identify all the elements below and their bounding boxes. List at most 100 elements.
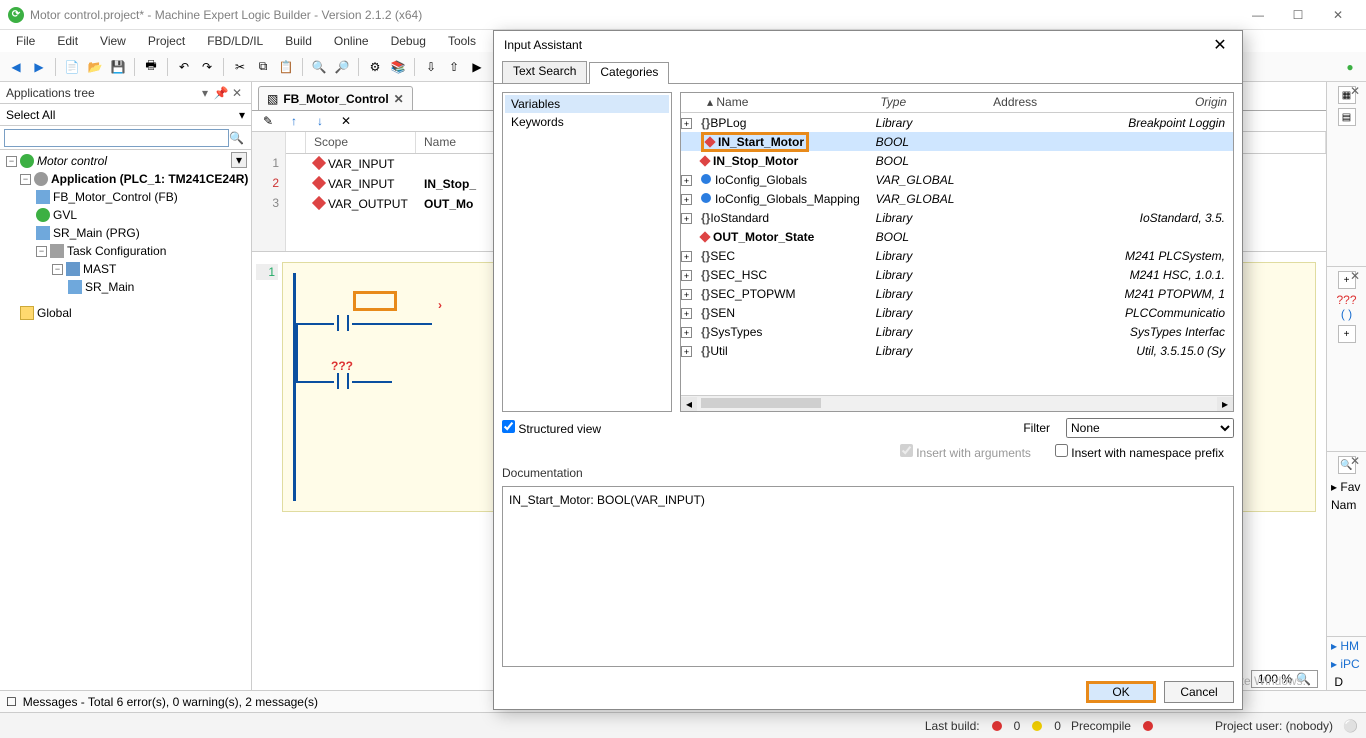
expand-icon[interactable]: − <box>20 174 31 185</box>
search-icon[interactable]: 🔍 <box>229 131 247 145</box>
expand-icon[interactable]: − <box>6 156 17 167</box>
variable-row[interactable]: OUT_Motor_StateBOOL <box>681 227 1233 246</box>
variable-row[interactable]: +IoConfig_Globals_MappingVAR_GLOBAL <box>681 189 1233 208</box>
tree-taskcfg[interactable]: Task Configuration <box>67 244 166 258</box>
menu-file[interactable]: File <box>6 32 45 50</box>
menu-view[interactable]: View <box>90 32 136 50</box>
redo-icon[interactable]: ↷ <box>197 57 217 77</box>
expand-icon[interactable]: + <box>681 270 692 281</box>
variable-row[interactable]: +{}UtilLibraryUtil, 3.5.15.0 (Sy <box>681 341 1233 360</box>
zoom-combo[interactable]: 100 %🔍 <box>1251 670 1318 688</box>
select-all-combo[interactable]: Select All▾ <box>0 104 251 126</box>
expand-icon[interactable]: − <box>36 246 47 257</box>
panel-close-icon[interactable]: ✕ <box>1350 269 1364 283</box>
down-icon[interactable]: ↓ <box>310 111 330 131</box>
variable-row[interactable]: +{}BPLogLibraryBreakpoint Loggin <box>681 113 1233 132</box>
category-list[interactable]: Variables Keywords <box>502 92 672 412</box>
category-keywords[interactable]: Keywords <box>505 113 669 131</box>
variable-row[interactable]: +{}SysTypesLibrarySysTypes Interfac <box>681 322 1233 341</box>
insert-icon[interactable]: ✎ <box>258 111 278 131</box>
tab-text-search[interactable]: Text Search <box>502 61 587 83</box>
print-icon[interactable]: 🖶 <box>141 57 161 77</box>
nav-fwd-icon[interactable]: ▶ <box>29 57 49 77</box>
login-icon[interactable]: ⇩ <box>421 57 441 77</box>
variable-row[interactable]: IN_Stop_MotorBOOL <box>681 151 1233 170</box>
pane-dropdown-icon[interactable]: ▾ <box>197 85 213 101</box>
variable-row[interactable]: +IoConfig_GlobalsVAR_GLOBAL <box>681 170 1233 189</box>
category-variables[interactable]: Variables <box>505 95 669 113</box>
tree-global[interactable]: Global <box>37 306 72 320</box>
variable-row[interactable]: +{}SEC_PTOPWMLibraryM241 PTOPWM, 1 <box>681 284 1233 303</box>
expand-icon[interactable]: + <box>681 289 692 300</box>
hm-label[interactable]: ▸ HM <box>1327 637 1366 655</box>
menu-edit[interactable]: Edit <box>47 32 88 50</box>
expand-icon[interactable]: + <box>681 308 692 319</box>
scrollbar-thumb[interactable] <box>701 398 821 408</box>
menu-tools[interactable]: Tools <box>438 32 486 50</box>
panel-button[interactable]: ▤ <box>1338 108 1356 126</box>
logout-icon[interactable]: ⇧ <box>444 57 464 77</box>
tree-search-input[interactable] <box>4 129 229 147</box>
tree-mast[interactable]: MAST <box>83 262 116 276</box>
findnext-icon[interactable]: 🔎 <box>332 57 352 77</box>
library-icon[interactable]: 📚 <box>388 57 408 77</box>
tab-categories[interactable]: Categories <box>589 62 669 84</box>
status-menu-icon[interactable]: ⚪ <box>1343 719 1358 733</box>
applications-tree[interactable]: ▾ −Motor control −Application (PLC_1: TM… <box>0 150 251 690</box>
expand-icon[interactable]: + <box>681 327 692 338</box>
undo-icon[interactable]: ↶ <box>174 57 194 77</box>
tree-root[interactable]: Motor control <box>37 154 107 168</box>
minimize-button[interactable]: — <box>1238 1 1278 29</box>
contact[interactable] <box>334 315 352 331</box>
pane-pin-icon[interactable]: 📌 <box>213 85 229 101</box>
nav-back-icon[interactable]: ◀ <box>6 57 26 77</box>
menu-fbdldil[interactable]: FBD/LD/IL <box>197 32 273 50</box>
scroll-right-icon[interactable]: ▸ <box>1217 397 1233 411</box>
cancel-button[interactable]: Cancel <box>1164 681 1234 703</box>
tree-srmain[interactable]: SR_Main <box>85 280 134 294</box>
d-label[interactable]: D <box>1327 673 1366 691</box>
scroll-left-icon[interactable]: ◂ <box>681 397 697 411</box>
open-icon[interactable]: 📂 <box>85 57 105 77</box>
filter-select[interactable]: None <box>1066 418 1234 438</box>
insert-with-arguments-checkbox[interactable]: Insert with arguments <box>900 444 1031 460</box>
variable-row[interactable]: IN_Start_MotorBOOL <box>681 132 1233 151</box>
panel-button[interactable]: + <box>1338 325 1356 343</box>
variable-row[interactable]: +{}SEC_HSCLibraryM241 HSC, 1.0.1. <box>681 265 1233 284</box>
new-icon[interactable]: 📄 <box>62 57 82 77</box>
expand-icon[interactable]: + <box>681 346 692 357</box>
maximize-button[interactable]: ☐ <box>1278 1 1318 29</box>
variable-list-header[interactable]: ▴ Name Type Address Origin <box>681 93 1233 113</box>
save-icon[interactable]: 💾 <box>108 57 128 77</box>
pane-close-icon[interactable]: ✕ <box>229 85 245 101</box>
expand-icon[interactable]: + <box>681 251 692 262</box>
ok-button[interactable]: OK <box>1086 681 1156 703</box>
dialog-close-icon[interactable]: ✕ <box>1208 33 1232 57</box>
build-icon[interactable]: ⚙ <box>365 57 385 77</box>
delete-icon[interactable]: ✕ <box>336 111 356 131</box>
tree-combo-icon[interactable]: ▾ <box>231 152 247 168</box>
tree-application[interactable]: Application (PLC_1: TM241CE24R) <box>51 172 248 186</box>
ipc-label[interactable]: ▸ iPC <box>1327 655 1366 673</box>
expand-icon[interactable]: + <box>681 194 692 205</box>
tab-close-icon[interactable]: ✕ <box>394 92 404 106</box>
menu-online[interactable]: Online <box>324 32 379 50</box>
variable-row[interactable]: +{}IoStandardLibraryIoStandard, 3.5. <box>681 208 1233 227</box>
horizontal-scrollbar[interactable]: ◂ ▸ <box>681 395 1233 411</box>
find-icon[interactable]: 🔍 <box>309 57 329 77</box>
structured-view-checkbox[interactable]: Structured view <box>502 420 601 436</box>
contact[interactable] <box>334 373 352 389</box>
tree-fb[interactable]: FB_Motor_Control (FB) <box>53 190 178 204</box>
variable-row[interactable]: +{}SECLibraryM241 PLCSystem, <box>681 246 1233 265</box>
expand-icon[interactable]: − <box>52 264 63 275</box>
tree-gvl[interactable]: GVL <box>53 208 77 222</box>
paste-icon[interactable]: 📋 <box>276 57 296 77</box>
expand-icon[interactable]: + <box>681 175 692 186</box>
editor-tab-fb[interactable]: ▧ FB_Motor_Control ✕ <box>258 86 413 110</box>
tree-srmain-prg[interactable]: SR_Main (PRG) <box>53 226 140 240</box>
close-button[interactable]: ✕ <box>1318 1 1358 29</box>
expand-icon[interactable]: + <box>681 118 692 129</box>
variable-row[interactable]: +{}SENLibraryPLCCommunicatio <box>681 303 1233 322</box>
cut-icon[interactable]: ✂ <box>230 57 250 77</box>
operand-edit-highlight[interactable] <box>353 291 397 311</box>
